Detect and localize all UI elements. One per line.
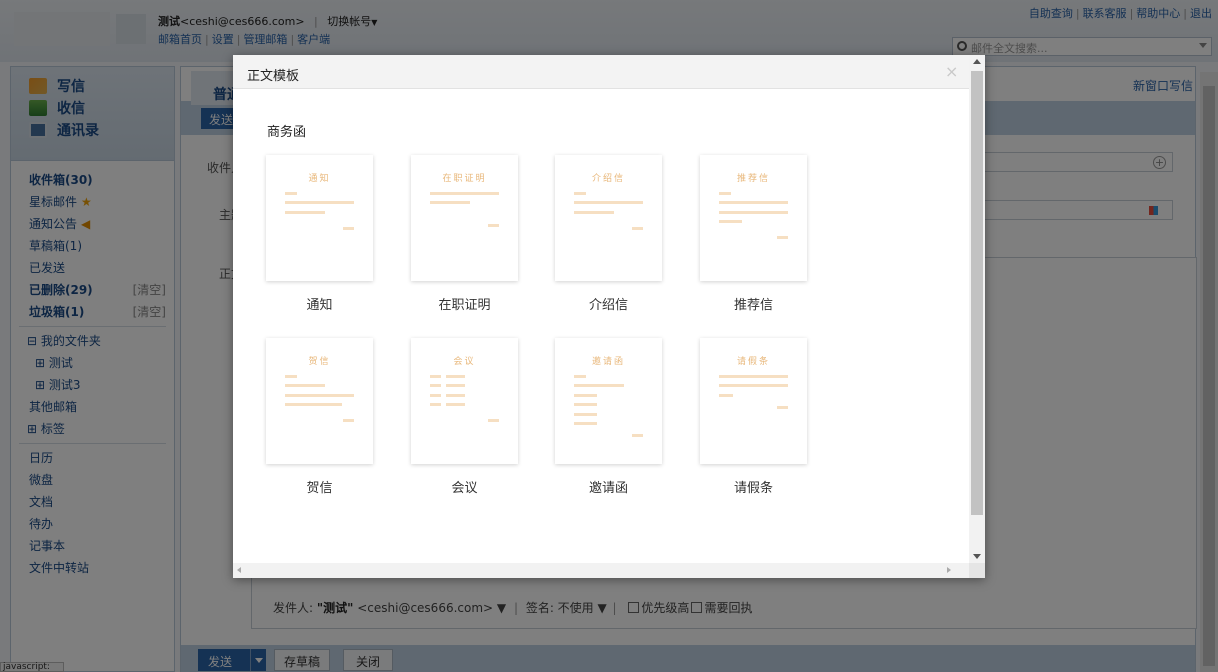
template-card-employment-proof[interactable]: 在职证明: [411, 155, 518, 281]
scroll-right-icon[interactable]: [947, 567, 951, 573]
dialog-horizontal-scrollbar[interactable]: [233, 563, 969, 578]
dialog-title: 正文模板: [247, 69, 300, 84]
card-heading: 介绍信: [591, 174, 625, 184]
card-heading: 邀请函: [591, 357, 625, 367]
card-heading: 请假条: [736, 357, 770, 367]
template-card-invitation[interactable]: 邀请函: [555, 338, 662, 464]
template-label-employment-proof[interactable]: 在职证明: [411, 294, 518, 313]
scrollbar-corner: [969, 563, 985, 578]
template-card-notice[interactable]: 通知: [266, 155, 373, 281]
template-label-notice[interactable]: 通知: [266, 294, 373, 313]
card-heading: 推荐信: [736, 174, 770, 184]
dialog-vertical-scrollbar[interactable]: [969, 55, 985, 563]
dialog-scrollbar-thumb[interactable]: [971, 71, 983, 515]
card-heading: 贺信: [308, 357, 331, 367]
card-heading: 在职证明: [442, 174, 487, 184]
template-card-congratulation[interactable]: 贺信: [266, 338, 373, 464]
dialog-header: 正文模板 ×: [233, 55, 969, 89]
template-dialog: 正文模板 × 商务函 通知 通知 在职证明 在职证明 介绍信 介绍信 推荐信 推…: [233, 55, 985, 578]
card-heading: 通知: [308, 174, 331, 184]
template-label-invitation[interactable]: 邀请函: [555, 477, 662, 496]
close-icon[interactable]: ×: [945, 62, 958, 81]
template-label-meeting[interactable]: 会议: [411, 477, 518, 496]
card-heading: 会议: [453, 357, 476, 367]
scroll-up-icon[interactable]: [973, 59, 981, 64]
template-label-leave-request[interactable]: 请假条: [700, 477, 807, 496]
template-card-introduction[interactable]: 介绍信: [555, 155, 662, 281]
template-label-recommendation[interactable]: 推荐信: [700, 294, 807, 313]
template-label-congratulation[interactable]: 贺信: [266, 477, 373, 496]
template-card-meeting[interactable]: 会议: [411, 338, 518, 464]
scroll-down-icon[interactable]: [973, 554, 981, 559]
scroll-left-icon[interactable]: [237, 567, 241, 573]
template-label-introduction[interactable]: 介绍信: [555, 294, 662, 313]
section-title: 商务函: [267, 125, 307, 140]
template-card-recommendation[interactable]: 推荐信: [700, 155, 807, 281]
template-card-leave-request[interactable]: 请假条: [700, 338, 807, 464]
